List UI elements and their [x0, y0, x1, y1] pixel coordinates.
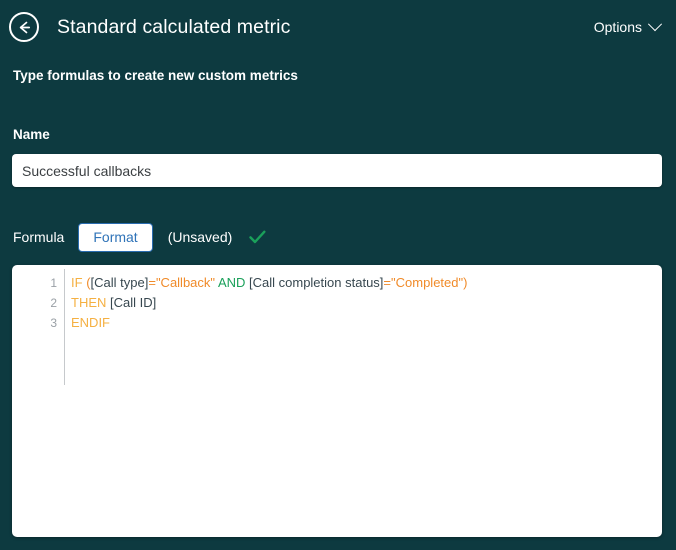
- format-button[interactable]: Format: [78, 222, 153, 252]
- code-line: 3 ENDIF: [12, 313, 662, 333]
- code-line: 2 THEN [Call ID]: [12, 293, 662, 313]
- app-header: Standard calculated metric Options: [0, 0, 676, 54]
- line-number: 2: [50, 296, 57, 310]
- code-line: 1 IF ([Call type]="Callback" AND [Call co…: [12, 273, 662, 293]
- tab-formula[interactable]: Formula: [13, 229, 78, 245]
- code-token-fld: [Call completion status]: [249, 275, 384, 290]
- options-label: Options: [593, 19, 642, 35]
- code-token-op: ): [463, 275, 468, 290]
- code-text[interactable]: THEN [Call ID]: [57, 293, 156, 313]
- line-number: 3: [50, 316, 57, 330]
- code-token-and: AND: [217, 275, 246, 290]
- formula-toolbar: Formula Format (Unsaved): [13, 221, 266, 253]
- code-token-kw: THEN: [71, 295, 107, 310]
- page-title: Standard calculated metric: [57, 15, 291, 38]
- options-menu-button[interactable]: Options: [592, 15, 663, 39]
- gutter-divider: [64, 269, 65, 385]
- code-token-kw: IF: [71, 275, 83, 290]
- formula-editor[interactable]: 1 IF ([Call type]="Callback" AND [Call co…: [12, 265, 662, 537]
- unsaved-status-label: (Unsaved): [167, 229, 233, 245]
- code-area[interactable]: 1 IF ([Call type]="Callback" AND [Call co…: [12, 265, 662, 385]
- code-token-fld: [Call ID]: [110, 295, 157, 310]
- code-token-str: "Callback": [155, 275, 216, 290]
- code-text[interactable]: IF ([Call type]="Callback" AND [Call com…: [57, 273, 467, 293]
- code-token-op: =: [383, 275, 392, 290]
- chevron-down-icon: [647, 17, 663, 32]
- page-subtitle: Type formulas to create new custom metri…: [13, 68, 298, 83]
- code-token-str: "Completed": [391, 275, 464, 290]
- green-checkmark-icon: [249, 230, 266, 244]
- line-number: 1: [50, 276, 57, 290]
- code-token-op: =: [148, 275, 156, 290]
- code-token-kw: ENDIF: [71, 315, 110, 330]
- name-input[interactable]: [12, 154, 662, 187]
- code-lines: 1 IF ([Call type]="Callback" AND [Call co…: [12, 273, 662, 333]
- code-token-fld: [Call type]: [90, 275, 149, 290]
- back-arrow-circle-icon[interactable]: [9, 12, 39, 42]
- name-field-label: Name: [13, 127, 50, 142]
